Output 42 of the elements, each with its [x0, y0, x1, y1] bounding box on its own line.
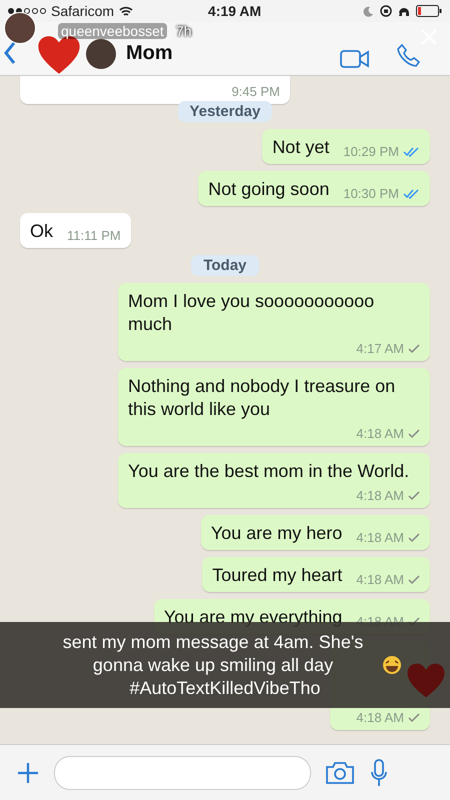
- message-time: 4:18 AM: [356, 573, 404, 587]
- heart-icon: [406, 662, 446, 699]
- message-text: Toured my heart: [212, 564, 342, 587]
- message-text: Not going soon: [208, 178, 330, 201]
- message-text: You are the best mom in the World.: [128, 460, 410, 483]
- add-icon[interactable]: [16, 760, 40, 784]
- carrier-name: Safaricom: [51, 3, 114, 19]
- phone-icon[interactable]: [396, 43, 422, 69]
- lock-rotation-icon: [380, 5, 392, 17]
- contact-avatar[interactable]: [86, 39, 116, 69]
- message-time: 11:11 PM: [67, 229, 121, 243]
- message-text: Ok: [30, 220, 54, 243]
- message-time: 4:17 AM: [356, 342, 404, 356]
- message-time: 4:18 AM: [356, 615, 404, 629]
- message-time: 4:18 AM: [356, 427, 404, 441]
- microphone-icon[interactable]: [369, 758, 389, 788]
- caption-text: sent my mom message at 4am. She's gonna wake up smiling all day: [62, 630, 364, 676]
- message-time: 4:18 AM: [356, 711, 404, 725]
- laughing-face-icon: [382, 654, 402, 674]
- message-input-field[interactable]: [54, 756, 311, 790]
- contact-name[interactable]: Mom: [126, 42, 173, 65]
- message-text: Not yet: [272, 136, 330, 159]
- message-text: Nothing and nobody I treasure on this world like you: [128, 375, 396, 421]
- battery-icon: [416, 5, 442, 17]
- message-time: 9:45 PM: [232, 85, 280, 99]
- date-label: Today: [191, 255, 259, 276]
- message-time: 4:18 AM: [356, 489, 404, 503]
- back-chevron-icon[interactable]: [4, 41, 16, 65]
- message-time: 4:18 AM: [356, 531, 404, 545]
- wifi-icon: [119, 6, 134, 16]
- message-time: 10:30 PM: [343, 187, 399, 201]
- moon-icon: [363, 6, 374, 16]
- video-call-icon[interactable]: [340, 49, 370, 69]
- message-text: Mom I love you sooooooooooo much: [128, 290, 376, 336]
- date-label: Yesterday: [178, 101, 272, 122]
- message-text: You are my hero: [210, 522, 342, 545]
- story-age: 7h: [176, 23, 192, 39]
- status-time: 4:19 AM: [208, 3, 262, 19]
- camera-icon[interactable]: [325, 760, 355, 784]
- caption-hashtag: #AutoTextKilledVibeTho: [130, 676, 320, 700]
- message-text: You are my everything: [164, 606, 342, 629]
- message-time: 10:29 PM: [343, 145, 399, 159]
